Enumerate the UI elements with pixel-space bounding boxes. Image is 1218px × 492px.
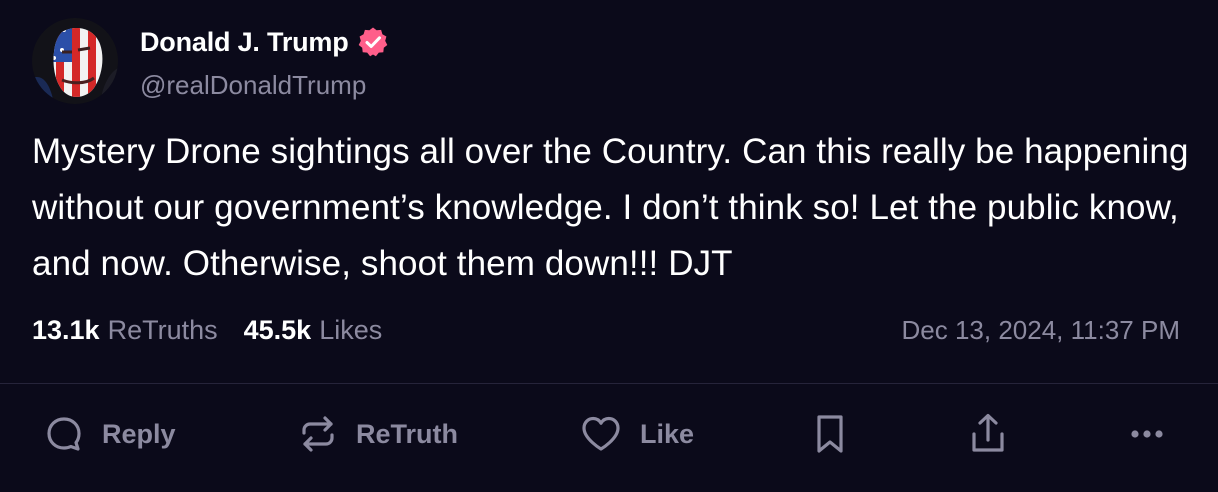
heart-icon (580, 414, 622, 454)
truth-post: Donald J. Trump @realDonaldTrump Mystery… (0, 0, 1218, 492)
avatar[interactable] (32, 18, 118, 104)
author-handle[interactable]: @realDonaldTrump (140, 70, 389, 101)
likes-stat[interactable]: 45.5k Likes (244, 315, 383, 346)
reply-button[interactable]: Reply (44, 408, 176, 460)
retruth-label: ReTruth (356, 418, 459, 449)
share-button[interactable] (968, 408, 1008, 460)
display-name[interactable]: Donald J. Trump (140, 27, 349, 58)
action-bar: Reply ReTruth Like (0, 408, 1218, 460)
share-icon (968, 412, 1008, 456)
retruth-icon (298, 414, 338, 454)
post-timestamp: Dec 13, 2024, 11:37 PM (901, 314, 1180, 345)
verified-badge-icon (357, 26, 389, 58)
likes-label: Likes (319, 314, 383, 345)
like-button[interactable]: Like (580, 408, 694, 460)
post-text: Mystery Drone sightings all over the Cou… (32, 132, 1189, 283)
likes-count: 45.5k (243, 314, 312, 345)
bookmark-icon (812, 412, 848, 456)
reply-label: Reply (102, 418, 176, 449)
reply-icon (44, 414, 84, 454)
post-stats: 13.1k ReTruths 45.5k Likes Dec 13, 2024,… (32, 310, 1180, 350)
divider (0, 383, 1218, 384)
post-header: Donald J. Trump @realDonaldTrump (32, 18, 389, 104)
more-button[interactable] (1127, 408, 1167, 460)
display-name-row: Donald J. Trump (140, 24, 389, 60)
bookmark-button[interactable] (812, 408, 848, 460)
retruth-button[interactable]: ReTruth (298, 408, 458, 460)
retruths-stat[interactable]: 13.1k ReTruths (32, 315, 218, 346)
author-names: Donald J. Trump @realDonaldTrump (140, 18, 389, 101)
retruths-label: ReTruths (107, 314, 218, 345)
like-label: Like (640, 418, 695, 449)
retruths-count: 13.1k (32, 314, 100, 345)
more-icon (1127, 424, 1167, 444)
